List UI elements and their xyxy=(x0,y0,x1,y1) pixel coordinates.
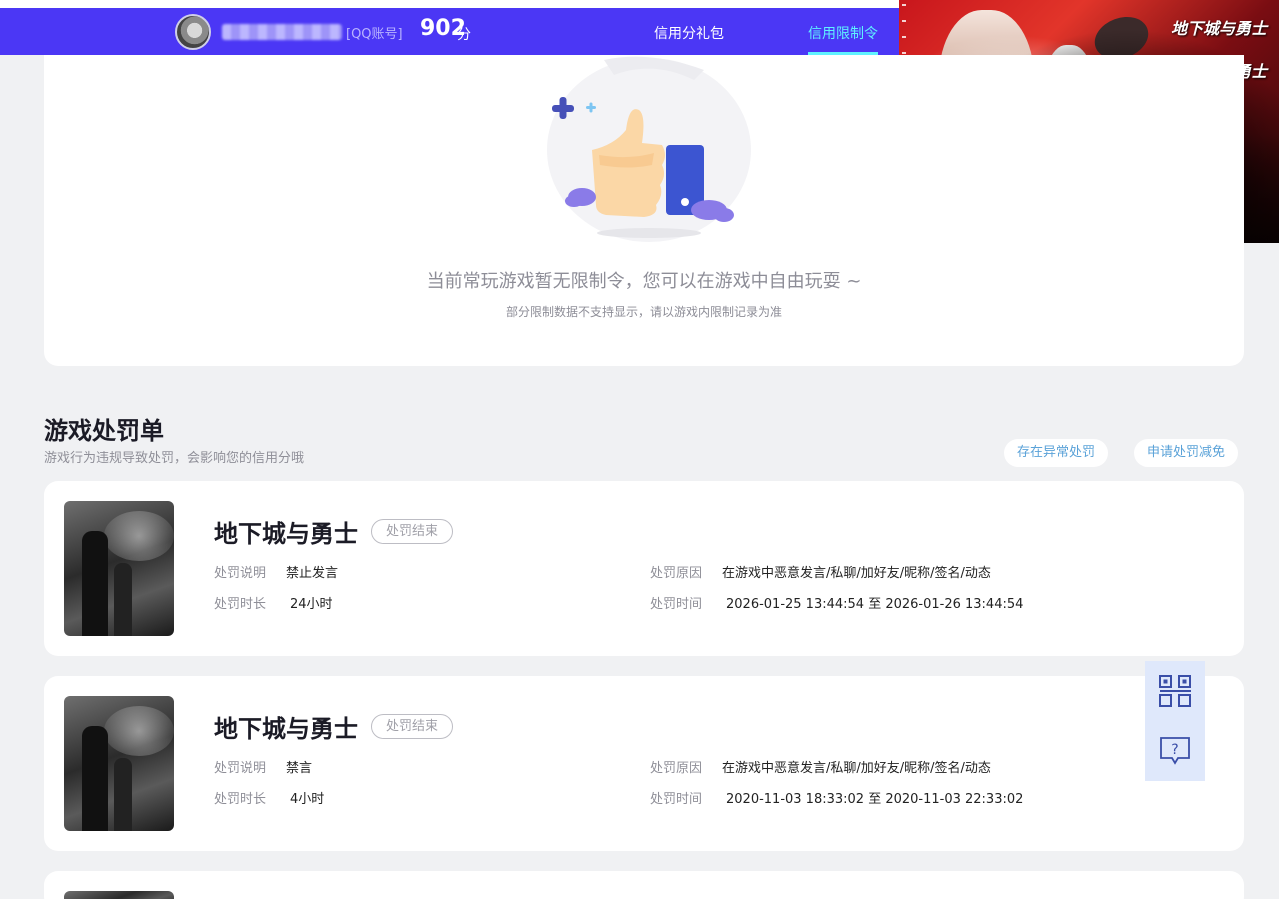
game-logo: 地下城与勇士 xyxy=(1170,19,1267,38)
penalty-reason-value: 在游戏中恶意发言/私聊/加好友/昵称/签名/动态 xyxy=(722,761,991,776)
nav-credit-gift[interactable]: 信用分礼包 xyxy=(654,23,724,43)
penalty-duration-label: 处罚时长 xyxy=(214,792,267,807)
restriction-message: 当前常玩游戏暂无限制令，您可以在游戏中自由玩耍 ~ xyxy=(426,271,862,292)
penalty-card[interactable] xyxy=(44,871,1244,899)
penalty-desc-label: 处罚说明 xyxy=(214,761,267,776)
user-avatar[interactable] xyxy=(175,14,211,50)
penalty-time-label: 处罚时间 xyxy=(650,792,703,807)
penalty-duration-value: 4小时 xyxy=(290,792,325,807)
qq-account-tag: [QQ账号] xyxy=(346,27,403,42)
qr-code-icon xyxy=(1159,675,1191,707)
penalty-duration-label: 处罚时长 xyxy=(214,597,267,612)
penalty-time-label: 处罚时间 xyxy=(650,597,703,612)
penalty-reason-value: 在游戏中恶意发言/私聊/加好友/昵称/签名/动态 xyxy=(722,566,991,581)
username-blurred xyxy=(222,24,342,40)
qr-code-button[interactable] xyxy=(1145,661,1205,721)
help-feedback-button[interactable]: ? xyxy=(1145,721,1205,781)
game-thumbnail xyxy=(64,501,174,636)
penalty-desc-label: 处罚说明 xyxy=(214,566,267,581)
penalty-game-name: 地下城与勇士 xyxy=(214,520,358,548)
svg-text:?: ? xyxy=(1171,742,1178,758)
penalty-duration-value: 24小时 xyxy=(290,597,333,612)
thumbs-up-illustration xyxy=(547,56,751,242)
penalty-desc-value: 禁言 xyxy=(286,761,313,776)
apply-penalty-reduction-button[interactable]: 申请处罚减免 xyxy=(1134,439,1239,467)
penalty-reason-label: 处罚原因 xyxy=(650,761,703,776)
game-thumbnail xyxy=(64,891,174,899)
penalty-card[interactable]: 地下城与勇士 处罚结束 处罚说明 禁止发言 处罚时长 24小时 处罚原因 在游戏… xyxy=(44,481,1244,656)
penalty-card[interactable]: 地下城与勇士 处罚结束 处罚说明 禁言 处罚时长 4小时 处罚原因 在游戏中恶意… xyxy=(44,676,1244,851)
restriction-status-card: 当前常玩游戏暂无限制令，您可以在游戏中自由玩耍 ~ 部分限制数据不支持显示，请以… xyxy=(44,55,1244,366)
penalty-section-subtitle: 游戏行为违规导致处罚，会影响您的信用分哦 xyxy=(44,451,305,466)
penalty-reason-label: 处罚原因 xyxy=(650,566,703,581)
help-chat-icon: ? xyxy=(1160,737,1190,765)
penalty-desc-value: 禁止发言 xyxy=(286,566,339,581)
thumbnail-tower xyxy=(114,758,132,831)
thumbnail-glow xyxy=(104,511,174,561)
thumbnail-tower xyxy=(82,726,108,831)
game-thumbnail xyxy=(64,696,174,831)
penalty-time-value: 2026-01-25 13:44:54 至 2026-01-26 13:44:5… xyxy=(726,597,1024,612)
thumbnail-tower xyxy=(82,531,108,636)
penalty-time-value: 2020-11-03 18:33:02 至 2020-11-03 22:33:0… xyxy=(726,792,1024,807)
penalty-game-name: 地下城与勇士 xyxy=(214,715,358,743)
credit-score-unit: 分 xyxy=(457,27,471,43)
abnormal-penalty-button[interactable]: 存在异常处罚 xyxy=(1004,439,1109,467)
penalty-status-badge: 处罚结束 xyxy=(371,519,454,544)
restriction-sub-message: 部分限制数据不支持显示，请以游戏内限制记录为准 xyxy=(505,305,782,319)
penalty-status-badge: 处罚结束 xyxy=(371,714,454,739)
thumbnail-glow xyxy=(104,706,174,756)
thumbnail-tower xyxy=(114,563,132,636)
penalty-section-title: 游戏处罚单 xyxy=(44,417,164,445)
nav-credit-restriction[interactable]: 信用限制令 xyxy=(808,23,878,43)
